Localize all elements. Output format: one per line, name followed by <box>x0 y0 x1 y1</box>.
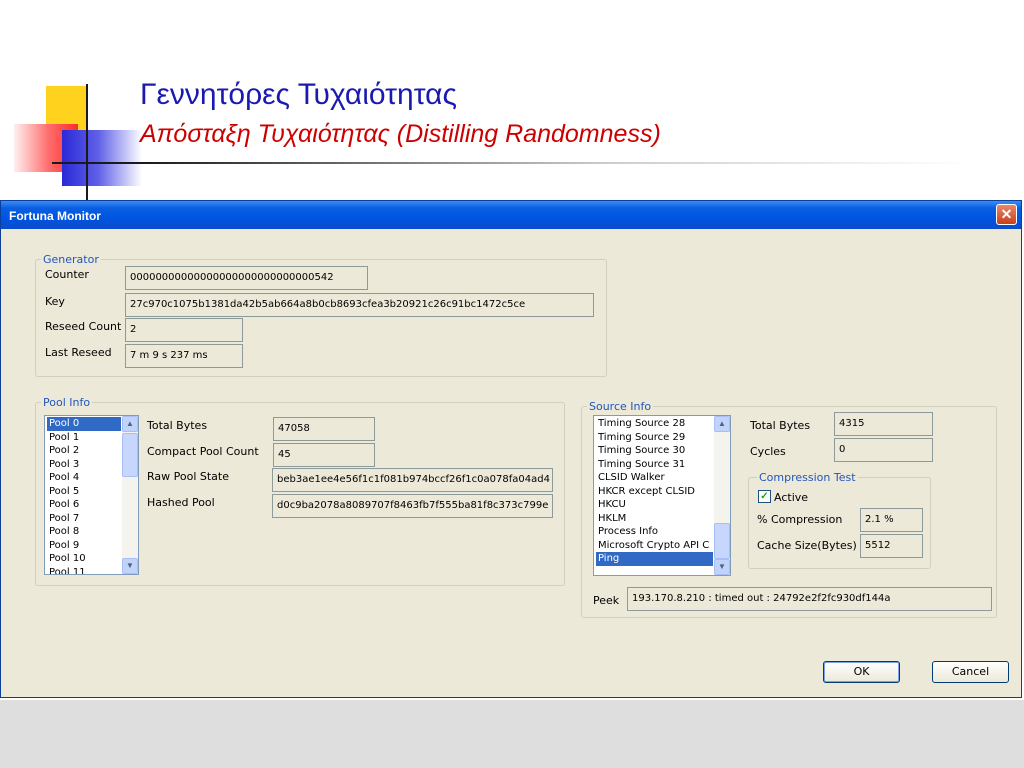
raw-pool-state-field[interactable]: beb3ae1ee4e56f1c1f081b974bccf26f1c0a078f… <box>272 468 553 492</box>
pool-list-scrollbar[interactable]: ▲ ▼ <box>122 416 138 574</box>
compression-test-group-title: Compression Test <box>757 471 858 484</box>
source-total-bytes-field[interactable]: 4315 <box>834 412 933 436</box>
list-item[interactable]: Pool 8 <box>47 525 121 539</box>
cycles-label: Cycles <box>750 445 786 458</box>
list-item[interactable]: Pool 7 <box>47 512 121 526</box>
list-item[interactable]: CLSID Walker <box>596 471 713 485</box>
peek-label: Peek <box>593 594 620 607</box>
counter-field[interactable]: 00000000000000000000000000000542 <box>125 266 368 290</box>
source-listbox[interactable]: Timing Source 28 Timing Source 29 Timing S… <box>593 415 731 576</box>
list-item[interactable]: Ping <box>596 552 713 566</box>
deco-blue-square <box>62 130 142 186</box>
scroll-thumb[interactable] <box>122 433 138 477</box>
list-item[interactable]: HKLM <box>596 512 713 526</box>
slide-subtitle: Απόσταξη Τυχαιότητας (Distilling Randomn… <box>140 120 661 148</box>
percent-compression-label: % Compression <box>757 513 843 526</box>
list-item[interactable]: Pool 2 <box>47 444 121 458</box>
list-item[interactable]: Pool 0 <box>47 417 121 431</box>
pool-total-bytes-label: Total Bytes <box>147 419 208 432</box>
slide-title: Γεννητόρες Τυχαιότητας <box>140 78 457 111</box>
list-item[interactable]: Timing Source 30 <box>596 444 713 458</box>
scroll-up-icon[interactable]: ▲ <box>714 416 730 432</box>
compact-pool-count-field[interactable]: 45 <box>273 443 375 467</box>
active-checkbox[interactable]: ✓ <box>758 490 771 503</box>
cache-size-label: Cache Size(Bytes) <box>757 539 857 552</box>
list-item[interactable]: Pool 11 <box>47 566 121 575</box>
hashed-pool-label: Hashed Pool <box>147 496 215 509</box>
list-item[interactable]: Timing Source 29 <box>596 431 713 445</box>
reseed-count-label: Reseed Count <box>45 320 122 333</box>
key-field[interactable]: 27c970c1075b1381da42b5ab664a8b0cb8693cfe… <box>125 293 594 317</box>
close-icon[interactable]: ✕ <box>996 204 1017 225</box>
source-list-scrollbar[interactable]: ▲ ▼ <box>714 416 730 575</box>
pool-total-bytes-field[interactable]: 47058 <box>273 417 375 441</box>
key-label: Key <box>45 295 65 308</box>
slide-footer-band <box>0 700 1024 768</box>
scroll-down-icon[interactable]: ▼ <box>122 558 138 574</box>
window-titlebar[interactable]: Fortuna Monitor <box>1 201 1021 229</box>
list-item[interactable]: Pool 6 <box>47 498 121 512</box>
fortuna-monitor-window: Fortuna Monitor ✕ Generator Counter 0000… <box>0 200 1022 698</box>
list-item[interactable]: Pool 4 <box>47 471 121 485</box>
hashed-pool-field[interactable]: d0c9ba2078a8089707f8463fb7f555ba81f8c373… <box>272 494 553 518</box>
list-item[interactable]: Pool 1 <box>47 431 121 445</box>
list-item[interactable]: Pool 3 <box>47 458 121 472</box>
pool-info-group-title: Pool Info <box>41 396 93 409</box>
scroll-up-icon[interactable]: ▲ <box>122 416 138 432</box>
cycles-field[interactable]: 0 <box>834 438 933 462</box>
list-item[interactable]: HKCU <box>596 498 713 512</box>
reseed-count-field[interactable]: 2 <box>125 318 243 342</box>
peek-field[interactable]: 193.170.8.210 : timed out : 24792e2f2fc9… <box>627 587 992 611</box>
cache-size-field[interactable]: 5512 <box>860 534 923 558</box>
percent-compression-field[interactable]: 2.1 % <box>860 508 923 532</box>
generator-group-title: Generator <box>41 253 101 266</box>
list-item[interactable]: Timing Source 31 <box>596 458 713 472</box>
source-info-group-title: Source Info <box>587 400 654 413</box>
pool-listbox[interactable]: Pool 0 Pool 1 Pool 2 Pool 3 Pool 4 Pool 5 Pool… <box>44 415 139 575</box>
source-list-items: Timing Source 28 Timing Source 29 Timing S… <box>596 417 713 566</box>
scroll-down-icon[interactable]: ▼ <box>714 559 730 575</box>
last-reseed-label: Last Reseed <box>45 346 112 359</box>
source-total-bytes-label: Total Bytes <box>750 419 811 432</box>
list-item[interactable]: Timing Source 28 <box>596 417 713 431</box>
list-item[interactable]: Pool 9 <box>47 539 121 553</box>
deco-vertical-line <box>86 84 88 200</box>
raw-pool-state-label: Raw Pool State <box>147 470 230 483</box>
list-item[interactable]: Process Info <box>596 525 713 539</box>
cancel-button[interactable]: Cancel <box>932 661 1009 683</box>
list-item[interactable]: Pool 10 <box>47 552 121 566</box>
ok-button[interactable]: OK <box>823 661 900 683</box>
list-item[interactable]: Microsoft Crypto API C <box>596 539 713 553</box>
pool-list-items: Pool 0 Pool 1 Pool 2 Pool 3 Pool 4 Pool 5 Pool… <box>47 417 121 575</box>
active-checkbox-label: Active <box>774 491 809 504</box>
title-underline <box>52 162 972 164</box>
scroll-thumb[interactable] <box>714 523 730 559</box>
window-title: Fortuna Monitor <box>9 209 101 223</box>
list-item[interactable]: HKCR except CLSID <box>596 485 713 499</box>
list-item[interactable]: Pool 5 <box>47 485 121 499</box>
compact-pool-count-label: Compact Pool Count <box>147 445 259 458</box>
last-reseed-field[interactable]: 7 m 9 s 237 ms <box>125 344 243 368</box>
counter-label: Counter <box>45 268 89 281</box>
